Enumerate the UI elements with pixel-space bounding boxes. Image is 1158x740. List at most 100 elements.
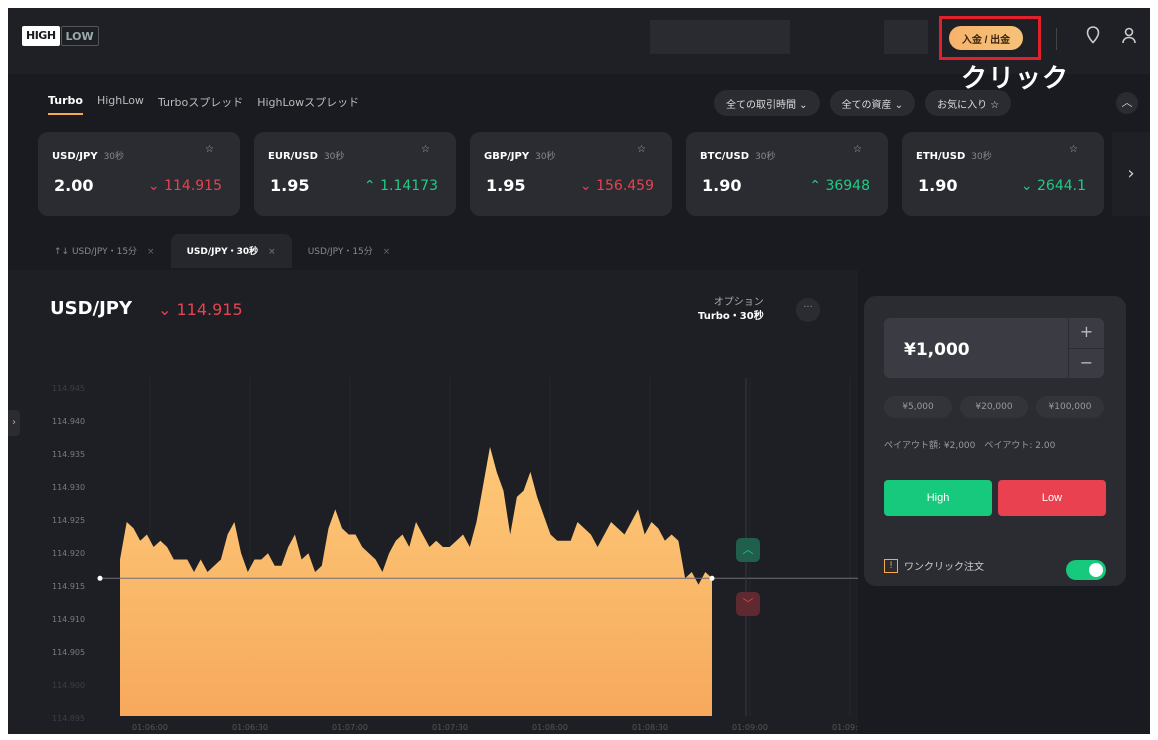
close-icon[interactable]: × xyxy=(383,247,391,257)
asset-card-eurusd[interactable]: EUR/USD 30秒 ☆ 1.95 ⌃ 1.14173 xyxy=(254,132,456,216)
location-pin-icon[interactable] xyxy=(1082,26,1104,50)
asset-card-usdjpy[interactable]: USD/JPY 30秒 ☆ 2.00 ⌄ 114.915 xyxy=(38,132,240,216)
star-icon[interactable]: ☆ xyxy=(853,144,862,155)
x-tick-label: 01:06:30 xyxy=(232,723,268,732)
more-icon[interactable]: ··· xyxy=(796,298,820,322)
y-tick-label: 114.920 xyxy=(52,549,85,558)
chevron-up-icon[interactable]: ︿ xyxy=(736,538,760,562)
asset-price: ⌄ 114.915 xyxy=(147,178,222,194)
asset-payout: 2.00 xyxy=(54,176,94,195)
chart-tab[interactable]: ↑↓ USD/JPY・15分 × xyxy=(38,234,171,268)
asset-pair: ETH/USD xyxy=(916,151,966,162)
option-label: オプション xyxy=(713,297,764,308)
chart-tab[interactable]: USD/JPY・15分 × xyxy=(292,234,407,268)
minus-button[interactable]: − xyxy=(1068,348,1104,378)
asset-period: 30秒 xyxy=(103,152,125,162)
asset-filter[interactable]: 全ての資産 ⌄ xyxy=(829,90,916,116)
low-button[interactable]: Low xyxy=(998,480,1106,516)
y-tick-label: 114.940 xyxy=(52,417,85,426)
price-chart[interactable]: 01:06:00 01:06:30 01:07:00 01:07:30 01:08:00… xyxy=(8,358,858,734)
chart-tab-label: ↑↓ USD/JPY・15分 xyxy=(54,247,138,257)
user-icon[interactable] xyxy=(1118,26,1140,50)
preset-amount[interactable]: ¥100,000 xyxy=(1036,396,1104,418)
x-tick-label: 01:08:30 xyxy=(632,723,668,732)
toggle-knob xyxy=(1089,563,1103,577)
y-tick-label: 114.895 xyxy=(52,714,85,723)
close-icon[interactable]: × xyxy=(268,247,276,257)
asset-price: ⌄ 2644.1 xyxy=(1020,178,1086,194)
asset-payout: 1.95 xyxy=(486,176,526,195)
close-icon[interactable]: × xyxy=(147,247,155,257)
redacted-area xyxy=(650,20,790,54)
tab-turbo[interactable]: Turbo xyxy=(48,94,83,115)
tab-highlow[interactable]: HighLow xyxy=(97,94,144,115)
option-value: Turbo・30秒 xyxy=(698,311,764,322)
tab-highlow-spread[interactable]: HighLowスプレッド xyxy=(257,94,359,115)
last-point-marker xyxy=(709,575,715,581)
star-icon[interactable]: ☆ xyxy=(1069,144,1078,155)
chevron-right-icon[interactable]: › xyxy=(1112,132,1150,216)
star-icon[interactable]: ☆ xyxy=(637,144,646,155)
asset-pair: BTC/USD xyxy=(700,151,750,162)
logo-high: HIGH xyxy=(22,26,60,46)
asset-payout: 1.95 xyxy=(270,176,310,195)
one-click-icon: ! xyxy=(884,558,898,573)
y-tick-label: 114.925 xyxy=(52,516,85,525)
y-tick-label: 114.935 xyxy=(52,450,85,459)
option-info: オプション Turbo・30秒 xyxy=(698,296,764,324)
chart-tab-label: USD/JPY・15分 xyxy=(307,247,373,257)
redacted-area xyxy=(884,20,928,54)
one-click-order: ! ワンクリック注文 xyxy=(884,558,984,573)
asset-pair: EUR/USD xyxy=(268,151,318,162)
asset-payout: 1.90 xyxy=(918,176,958,195)
x-tick-label: 01:07:00 xyxy=(332,723,368,732)
highlight-box xyxy=(939,16,1041,60)
trade-panel: ¥1,000 + − ¥5,000 ¥20,000 ¥100,000 ペイアウト… xyxy=(864,296,1126,586)
app-window: HIGH LOW 入金 / 出金 クリック Turbo HighLow Turb… xyxy=(8,8,1150,734)
preset-amount[interactable]: ¥20,000 xyxy=(960,396,1028,418)
y-tick-label: 114.900 xyxy=(52,681,85,690)
star-icon[interactable]: ☆ xyxy=(421,144,430,155)
one-click-label: ワンクリック注文 xyxy=(904,562,984,573)
asset-pair: USD/JPY xyxy=(52,151,98,162)
filter-bar: 全ての取引時間 ⌄ 全ての資産 ⌄ お気に入り ☆ xyxy=(714,90,1012,116)
chevron-down-icon[interactable]: ﹀ xyxy=(736,592,760,616)
y-tick-label: 114.910 xyxy=(52,615,85,624)
current-price-marker xyxy=(97,575,103,581)
asset-card-btcusd[interactable]: BTC/USD 30秒 ☆ 1.90 ⌃ 36948 xyxy=(686,132,888,216)
asset-pair: GBP/JPY xyxy=(484,151,530,162)
asset-card-gbpjpy[interactable]: GBP/JPY 30秒 ☆ 1.95 ⌄ 156.459 xyxy=(470,132,672,216)
divider xyxy=(1056,28,1057,50)
product-tabs: Turbo HighLow Turboスプレッド HighLowスプレッド xyxy=(48,94,359,115)
plus-button[interactable]: + xyxy=(1068,318,1104,348)
amount-field[interactable]: ¥1,000 + − xyxy=(884,318,1104,378)
star-icon[interactable]: ☆ xyxy=(205,144,214,155)
amount-value: ¥1,000 xyxy=(904,340,970,360)
asset-price: ⌄ 156.459 xyxy=(579,178,654,194)
favorites-filter[interactable]: お気に入り ☆ xyxy=(925,90,1012,116)
asset-payout: 1.90 xyxy=(702,176,742,195)
tab-turbo-spread[interactable]: Turboスプレッド xyxy=(158,94,243,115)
logo-low: LOW xyxy=(60,26,99,46)
high-button[interactable]: High xyxy=(884,480,992,516)
asset-price: ⌃ 36948 xyxy=(809,178,870,194)
chart-symbol: USD/JPY xyxy=(50,298,133,319)
x-tick-label: 01:09:00 xyxy=(732,723,768,732)
preset-amount[interactable]: ¥5,000 xyxy=(884,396,952,418)
price-area xyxy=(120,446,712,716)
chart-tabs: ↑↓ USD/JPY・15分 × USD/JPY・30秒 × USD/JPY・15分… xyxy=(38,234,406,268)
asset-period: 30秒 xyxy=(535,152,556,162)
highlow-logo[interactable]: HIGH LOW xyxy=(22,26,99,46)
chevron-up-icon[interactable]: ︿ xyxy=(1116,92,1138,114)
chart-tab[interactable]: USD/JPY・30秒 × xyxy=(170,234,292,268)
one-click-toggle[interactable] xyxy=(1066,560,1106,580)
y-tick-label: 114.915 xyxy=(52,582,85,591)
trading-time-filter[interactable]: 全ての取引時間 ⌄ xyxy=(714,90,820,116)
asset-card-ethusd[interactable]: ETH/USD 30秒 ☆ 1.90 ⌄ 2644.1 xyxy=(902,132,1104,216)
chart-price: ⌄ 114.915 xyxy=(158,300,243,319)
y-tick-label: 114.930 xyxy=(52,483,85,492)
x-tick-label: 01:07:30 xyxy=(432,723,468,732)
asset-period: 30秒 xyxy=(323,152,345,162)
x-tick-label: 01:06:00 xyxy=(132,723,168,732)
y-tick-label: 114.905 xyxy=(52,648,85,657)
